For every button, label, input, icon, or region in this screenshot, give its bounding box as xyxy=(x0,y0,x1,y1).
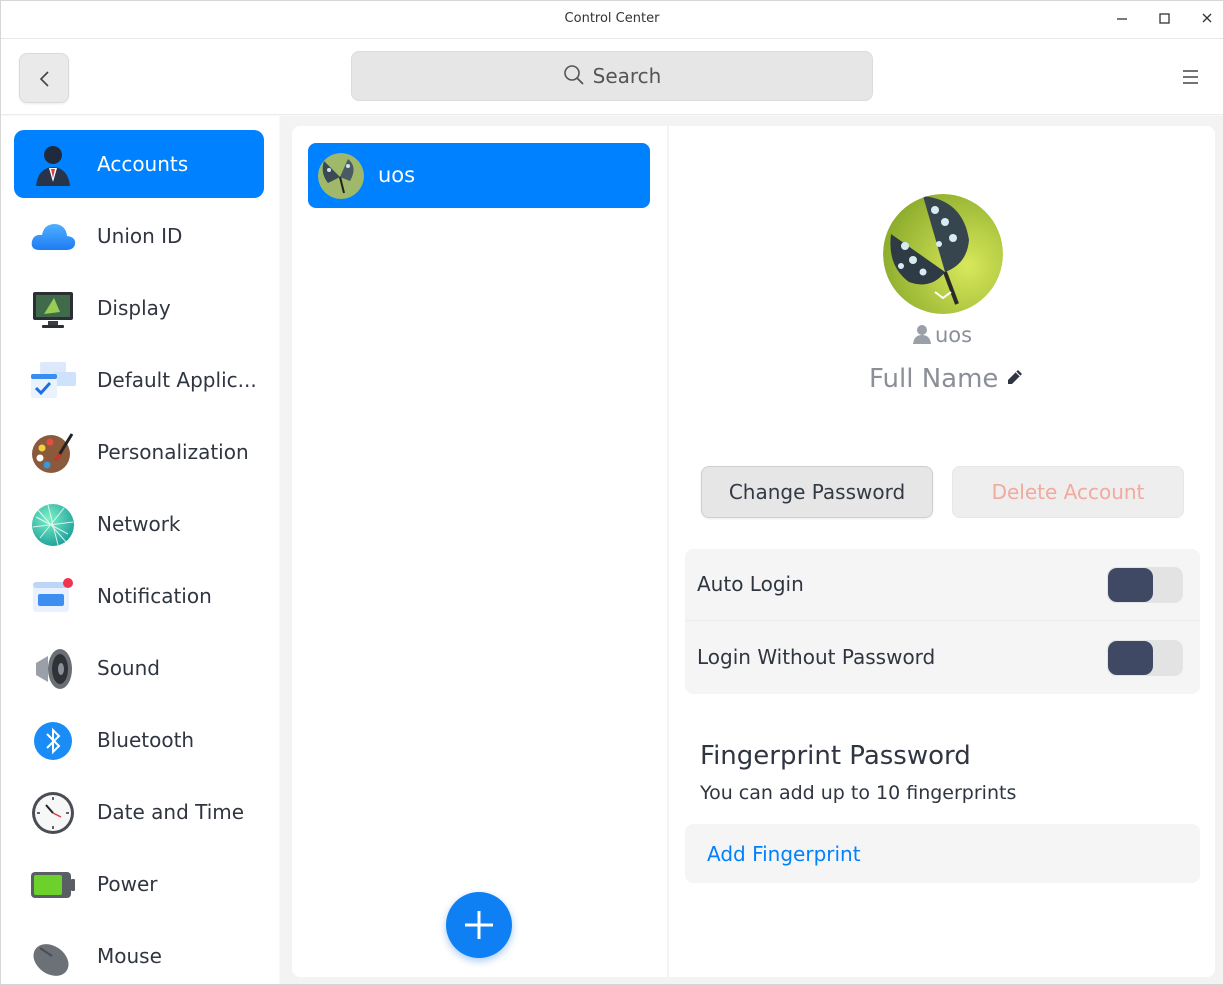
palette-icon xyxy=(32,433,74,473)
auto-login-label: Auto Login xyxy=(697,572,804,596)
sidebar-item-mouse[interactable]: Mouse xyxy=(14,922,264,984)
auto-login-row: Auto Login xyxy=(685,549,1200,621)
avatar xyxy=(318,153,364,199)
minimize-icon xyxy=(1117,18,1127,20)
login-without-password-label: Login Without Password xyxy=(697,645,936,669)
sidebar-item-label: Personalization xyxy=(97,440,249,464)
sidebar-item-label: Date and Time xyxy=(97,800,245,824)
search-icon xyxy=(563,65,584,85)
minimize-button[interactable] xyxy=(1110,9,1134,29)
account-avatar[interactable] xyxy=(883,194,1003,314)
mouse-icon xyxy=(33,944,69,976)
sidebar-item-accounts[interactable]: Accounts xyxy=(14,130,264,198)
toggle-knob xyxy=(1108,641,1153,675)
account-list-panel xyxy=(292,126,667,977)
sidebar-item-label: Union ID xyxy=(97,224,183,248)
maximize-icon xyxy=(1159,13,1170,24)
title-bar: Control Center xyxy=(1,1,1223,39)
add-fingerprint-row[interactable]: Add Fingerprint xyxy=(685,824,1200,883)
sidebar: Accounts Union ID Display Default Applic… xyxy=(1,116,279,984)
change-password-button[interactable]: Change Password xyxy=(701,466,933,518)
maximize-button[interactable] xyxy=(1152,9,1176,29)
auto-login-toggle[interactable] xyxy=(1107,567,1183,603)
account-username: uos xyxy=(911,323,972,347)
sidebar-item-sound[interactable]: Sound xyxy=(14,634,264,702)
cloud-icon xyxy=(31,224,76,250)
login-without-password-row: Login Without Password xyxy=(685,622,1200,694)
display-icon xyxy=(33,292,73,328)
username-text: uos xyxy=(935,323,973,347)
clock-icon xyxy=(32,792,74,834)
main-menu-button[interactable] xyxy=(1177,65,1203,89)
sidebar-item-personalization[interactable]: Personalization xyxy=(14,418,264,486)
hamburger-menu-icon xyxy=(1183,70,1198,84)
sidebar-item-power[interactable]: Power xyxy=(14,850,264,918)
sidebar-item-label: Bluetooth xyxy=(97,728,195,752)
sidebar-item-bluetooth[interactable]: Bluetooth xyxy=(14,706,264,774)
sidebar-item-union-id[interactable]: Union ID xyxy=(14,202,264,270)
sidebar-item-label: Power xyxy=(97,872,158,896)
sidebar-item-label: Default Applic... xyxy=(97,368,257,392)
user-icon xyxy=(913,325,931,344)
toolbar: Search xyxy=(1,39,1223,115)
chevron-left-icon xyxy=(39,71,49,87)
sidebar-item-label: Sound xyxy=(97,656,160,680)
sidebar-item-label: Network xyxy=(97,512,181,536)
plus-icon xyxy=(465,911,493,939)
sidebar-item-date-and-time[interactable]: Date and Time xyxy=(14,778,264,846)
account-list-item[interactable]: uos xyxy=(308,143,650,208)
search-input[interactable]: Search xyxy=(351,51,873,101)
butterfly-avatar-icon xyxy=(318,153,364,199)
sidebar-item-network[interactable]: Network xyxy=(14,490,264,558)
butterfly-avatar-icon xyxy=(883,194,1003,314)
sidebar-item-label: Notification xyxy=(97,584,212,608)
default-apps-icon xyxy=(31,362,76,398)
fingerprint-title: Fingerprint Password xyxy=(700,741,971,771)
add-account-button[interactable] xyxy=(446,892,512,958)
battery-icon xyxy=(31,872,75,898)
add-fingerprint-link[interactable]: Add Fingerprint xyxy=(707,842,861,866)
sidebar-item-label: Accounts xyxy=(97,152,189,176)
account-name: uos xyxy=(378,163,416,187)
login-options-group: Auto Login Login Without Password xyxy=(685,549,1200,694)
control-center-window: Control Center Search Accounts Union ID … xyxy=(0,0,1224,985)
login-without-password-toggle[interactable] xyxy=(1107,640,1183,676)
network-icon xyxy=(32,504,74,546)
sidebar-item-label: Mouse xyxy=(97,944,162,968)
fingerprint-subtitle: You can add up to 10 fingerprints xyxy=(700,782,1017,804)
sidebar-item-display[interactable]: Display xyxy=(14,274,264,342)
delete-account-button[interactable]: Delete Account xyxy=(952,466,1184,518)
notification-icon xyxy=(33,578,73,612)
back-button[interactable] xyxy=(19,53,69,103)
bluetooth-icon xyxy=(34,722,72,760)
full-name-text: Full Name xyxy=(869,364,999,394)
sidebar-item-notification[interactable]: Notification xyxy=(14,562,264,630)
sidebar-item-default-applications[interactable]: Default Applic... xyxy=(14,346,264,414)
full-name-field[interactable]: Full Name xyxy=(869,364,1026,394)
search-placeholder: Search xyxy=(592,64,662,88)
accounts-icon xyxy=(36,146,70,186)
window-title: Control Center xyxy=(564,11,660,26)
sidebar-item-label: Display xyxy=(97,296,171,320)
close-icon xyxy=(1202,13,1212,23)
toggle-knob xyxy=(1108,568,1153,602)
close-button[interactable] xyxy=(1195,9,1219,29)
edit-pencil-icon xyxy=(1008,370,1023,384)
speaker-icon xyxy=(36,649,72,689)
